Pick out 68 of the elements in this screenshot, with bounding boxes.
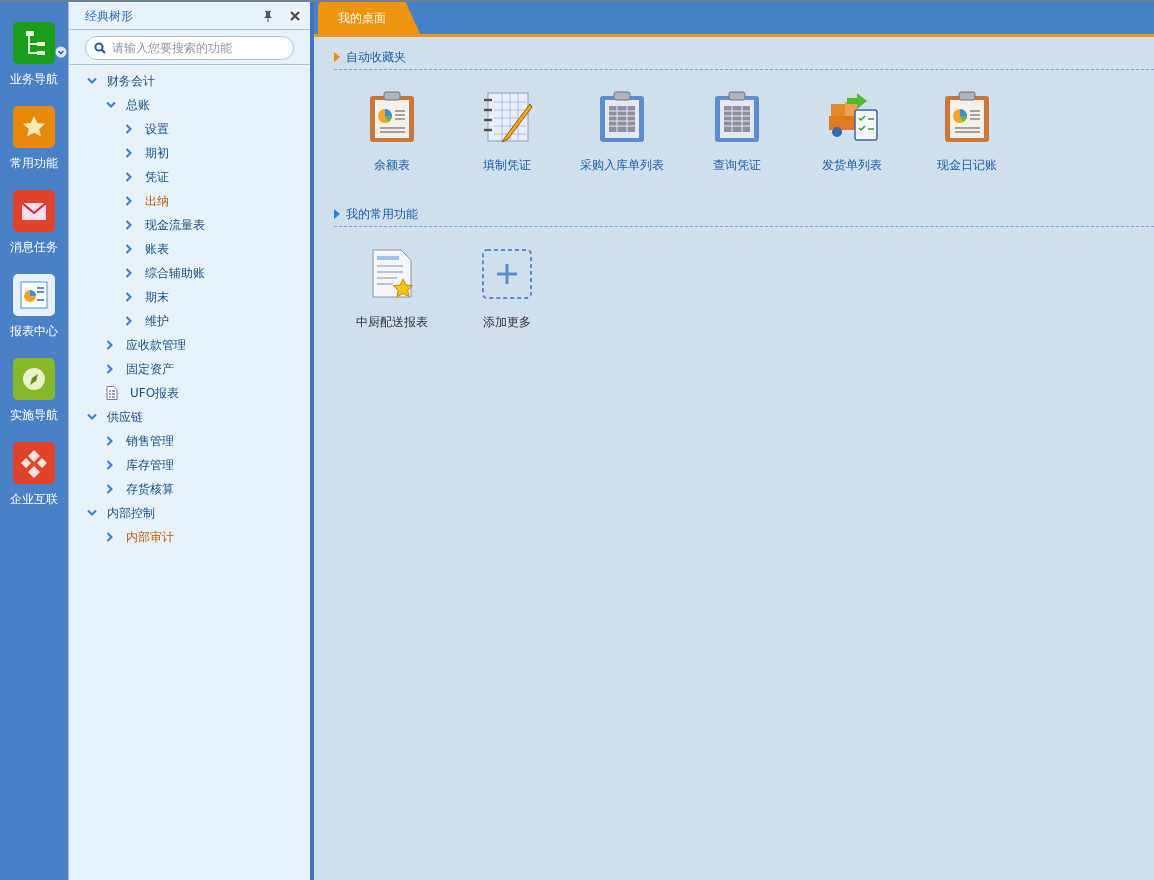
expanded-caret-icon	[106, 101, 116, 109]
collapsed-caret-icon	[125, 316, 133, 326]
shortcut-button[interactable]: 余额表	[334, 90, 449, 174]
shortcut-button[interactable]: 填制凭证	[449, 90, 564, 174]
collapsed-caret-icon	[125, 244, 133, 254]
tree-button[interactable]	[13, 22, 55, 64]
tree-item[interactable]: 总账	[126, 96, 150, 114]
tree-item[interactable]: 综合辅助账	[145, 264, 205, 282]
collapsed-caret-icon	[106, 340, 114, 350]
collapsed-caret-icon	[125, 220, 133, 230]
nav-label[interactable]: 实施导航	[10, 406, 58, 424]
shortcut-button[interactable]: 现金日记账	[909, 90, 1024, 174]
collapsed-caret-icon	[125, 124, 133, 134]
collapsed-caret-icon	[106, 436, 114, 446]
collapsed-caret-icon	[125, 292, 133, 302]
tree-item[interactable]: 凭证	[145, 168, 169, 186]
tree-item[interactable]: 供应链	[107, 408, 143, 426]
collapsed-caret-icon	[125, 148, 133, 158]
tree-item[interactable]: 固定资产	[126, 360, 174, 378]
dropdown-icon[interactable]	[55, 46, 67, 58]
network-button[interactable]	[13, 442, 55, 484]
tree-item[interactable]: 期初	[145, 144, 169, 162]
close-icon[interactable]	[290, 10, 300, 21]
collapsed-caret-icon	[106, 364, 114, 374]
tree-item[interactable]: 设置	[145, 120, 169, 138]
tree-item[interactable]: 出纳	[145, 192, 169, 210]
nav-label[interactable]: 消息任务	[10, 238, 58, 256]
collapsed-caret-icon	[106, 460, 114, 470]
tree-item[interactable]: 存货核算	[126, 480, 174, 498]
tree-item[interactable]: 内部审计	[126, 528, 174, 546]
panel-title: 经典树形	[85, 7, 134, 25]
tree-item[interactable]: 销售管理	[126, 432, 174, 450]
tree-item[interactable]: 维护	[145, 312, 169, 330]
shortcut-button[interactable]: 采购入库单列表	[564, 90, 679, 174]
tree-item[interactable]: UFO报表	[130, 384, 180, 402]
shortcut-button[interactable]: 添加更多	[449, 247, 564, 331]
report-button[interactable]	[13, 274, 55, 316]
document-icon	[106, 386, 118, 400]
pin-icon[interactable]	[262, 9, 274, 22]
tree-item[interactable]: 库存管理	[126, 456, 174, 474]
tree-item[interactable]: 期末	[145, 288, 169, 306]
shortcut-button[interactable]: 查询凭证	[679, 90, 794, 174]
section-title: 自动收藏夹	[346, 49, 406, 66]
collapsed-caret-icon	[125, 172, 133, 182]
tree-item[interactable]: 应收款管理	[126, 336, 186, 354]
expanded-caret-icon	[87, 413, 97, 421]
tree-item[interactable]: 内部控制	[107, 504, 155, 522]
tree-item[interactable]: 账表	[145, 240, 169, 258]
expanded-caret-icon	[87, 77, 97, 85]
shortcut-button[interactable]: 发货单列表	[794, 90, 909, 174]
mail-button[interactable]	[13, 190, 55, 232]
shortcut-button[interactable]: 中厨配送报表	[334, 247, 449, 331]
expanded-caret-icon	[87, 509, 97, 517]
compass-button[interactable]	[13, 358, 55, 400]
nav-label[interactable]: 业务导航	[10, 70, 58, 88]
collapsed-caret-icon	[106, 532, 114, 542]
collapsed-caret-icon	[125, 268, 133, 278]
nav-label[interactable]: 报表中心	[10, 322, 58, 340]
tree-item[interactable]: 财务会计	[107, 72, 155, 90]
add-icon	[479, 247, 534, 301]
section-title: 我的常用功能	[346, 206, 418, 223]
search-field[interactable]: 请输入您要搜索的功能	[85, 36, 294, 60]
nav-label[interactable]: 常用功能	[10, 154, 58, 172]
star-button[interactable]	[13, 106, 55, 148]
collapsed-caret-icon	[125, 196, 133, 206]
tree-item[interactable]: 现金流量表	[145, 216, 205, 234]
collapsed-caret-icon	[106, 484, 114, 494]
nav-label[interactable]: 企业互联	[10, 490, 58, 508]
